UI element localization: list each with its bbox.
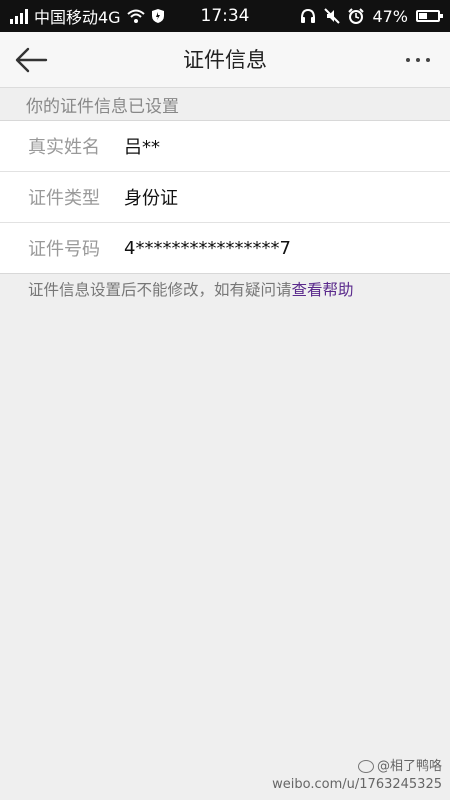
watermark: @相了鸭咯 weibo.com/u/1763245325 bbox=[272, 758, 442, 794]
field-label: 证件类型 bbox=[28, 188, 100, 209]
info-note: 证件信息设置后不能修改，如有疑问请查看帮助 bbox=[28, 278, 354, 300]
note-text: 证件信息设置后不能修改，如有疑问请 bbox=[28, 281, 292, 299]
battery-percent: 47% bbox=[372, 6, 408, 26]
field-row-name: 真实姓名 吕** bbox=[0, 121, 450, 172]
mute-icon bbox=[324, 8, 341, 24]
field-row-id-type: 证件类型 身份证 bbox=[0, 172, 450, 223]
status-bar: 中国移动4G 17:34 47% bbox=[0, 0, 450, 32]
field-value: 4****************7 bbox=[124, 237, 291, 259]
weibo-logo-icon bbox=[357, 760, 374, 773]
alarm-icon bbox=[348, 8, 365, 24]
battery-icon bbox=[416, 10, 443, 22]
page-title: 证件信息 bbox=[183, 48, 267, 72]
status-right: 47% bbox=[300, 0, 443, 32]
more-button[interactable] bbox=[400, 40, 436, 80]
more-dots-icon bbox=[406, 58, 430, 62]
title-bar: 证件信息 bbox=[0, 32, 450, 88]
id-info-card: 真实姓名 吕** 证件类型 身份证 证件号码 4****************… bbox=[0, 120, 450, 274]
headphones-icon bbox=[301, 8, 316, 23]
field-row-id-number: 证件号码 4****************7 bbox=[0, 223, 450, 273]
watermark-handle: @相了鸭咯 bbox=[376, 759, 442, 774]
section-hint: 你的证件信息已设置 bbox=[26, 97, 179, 117]
watermark-url: weibo.com/u/1763245325 bbox=[272, 777, 442, 792]
field-label: 证件号码 bbox=[28, 239, 100, 260]
field-value: 吕** bbox=[124, 137, 160, 158]
field-value: 身份证 bbox=[124, 188, 178, 209]
field-label: 真实姓名 bbox=[28, 137, 100, 158]
help-link[interactable]: 查看帮助 bbox=[292, 281, 354, 299]
